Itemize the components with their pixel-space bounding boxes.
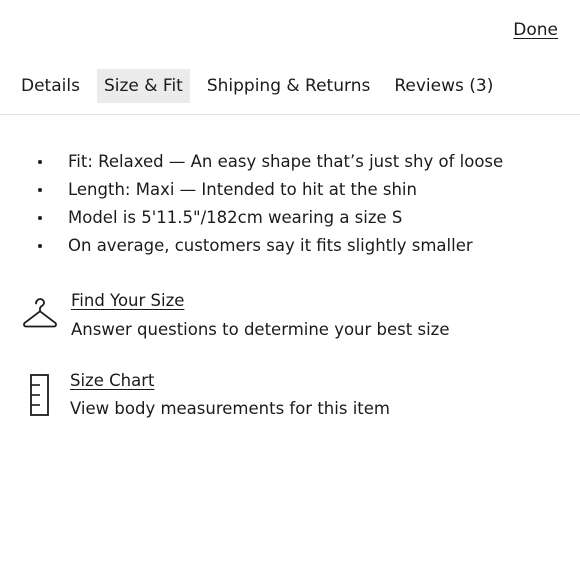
size-chart-link[interactable]: Size Chart — [70, 371, 154, 390]
list-item: Model is 5'11.5"/182cm wearing a size S — [0, 204, 580, 232]
length-detail-text: Length: Maxi — Intended to hit at the sh… — [68, 180, 417, 199]
model-size-text: Model is 5'11.5"/182cm wearing a size S — [68, 208, 403, 227]
tab-shipping-returns[interactable]: Shipping & Returns — [200, 69, 378, 103]
find-your-size-row: Find Your Size Answer questions to deter… — [0, 288, 580, 348]
hanger-icon — [22, 298, 58, 336]
find-your-size-description: Answer questions to determine your best … — [71, 320, 450, 339]
size-chart-description: View body measurements for this item — [70, 399, 390, 418]
tab-size-fit[interactable]: Size & Fit — [96, 69, 190, 103]
bullet-icon — [38, 188, 42, 192]
ruler-icon — [30, 374, 50, 421]
bullet-icon — [38, 244, 42, 248]
fit-detail-text: Fit: Relaxed — An easy shape that’s just… — [68, 152, 504, 171]
tab-divider — [0, 114, 580, 115]
size-chart-row: Size Chart View body measurements for th… — [0, 368, 580, 424]
tab-reviews[interactable]: Reviews (3) — [387, 69, 500, 103]
list-item: Fit: Relaxed — An easy shape that’s just… — [0, 148, 580, 176]
tab-details[interactable]: Details — [14, 69, 87, 103]
done-button[interactable]: Done — [513, 20, 558, 40]
fit-details-list: Fit: Relaxed — An easy shape that’s just… — [0, 148, 580, 260]
find-your-size-link[interactable]: Find Your Size — [71, 291, 184, 310]
list-item: Length: Maxi — Intended to hit at the sh… — [0, 176, 580, 204]
list-item: On average, customers say it fits slight… — [0, 232, 580, 260]
bullet-icon — [38, 160, 42, 164]
customer-fit-text: On average, customers say it fits slight… — [68, 236, 473, 255]
tab-bar: Details Size & Fit Shipping & Returns Re… — [14, 69, 510, 103]
bullet-icon — [38, 216, 42, 220]
